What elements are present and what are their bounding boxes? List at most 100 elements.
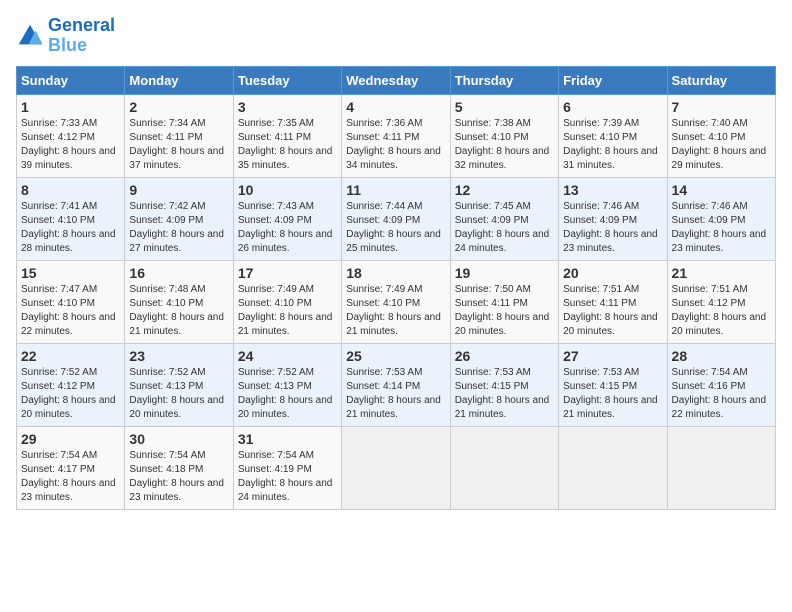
day-info: Sunrise: 7:49 AM Sunset: 4:10 PM Dayligh… [238, 283, 337, 339]
calendar-cell: 19 Sunrise: 7:50 AM Sunset: 4:11 PM Dayl… [450, 260, 558, 343]
calendar-cell: 21 Sunrise: 7:51 AM Sunset: 4:12 PM Dayl… [667, 260, 775, 343]
day-number: 3 [238, 99, 337, 115]
day-number: 19 [455, 265, 554, 281]
calendar-cell: 10 Sunrise: 7:43 AM Sunset: 4:09 PM Dayl… [233, 177, 341, 260]
day-number: 6 [563, 99, 662, 115]
calendar-cell [450, 426, 558, 509]
day-number: 13 [563, 182, 662, 198]
logo-icon [16, 22, 44, 50]
weekday-header-tuesday: Tuesday [233, 66, 341, 94]
day-info: Sunrise: 7:53 AM Sunset: 4:15 PM Dayligh… [563, 366, 662, 422]
day-number: 17 [238, 265, 337, 281]
calendar-cell [667, 426, 775, 509]
calendar-cell: 28 Sunrise: 7:54 AM Sunset: 4:16 PM Dayl… [667, 343, 775, 426]
page-header: General Blue [16, 16, 776, 56]
day-number: 4 [346, 99, 445, 115]
day-info: Sunrise: 7:54 AM Sunset: 4:16 PM Dayligh… [672, 366, 771, 422]
calendar-cell: 24 Sunrise: 7:52 AM Sunset: 4:13 PM Dayl… [233, 343, 341, 426]
day-number: 2 [129, 99, 228, 115]
day-number: 8 [21, 182, 120, 198]
calendar-cell: 18 Sunrise: 7:49 AM Sunset: 4:10 PM Dayl… [342, 260, 450, 343]
day-number: 22 [21, 348, 120, 364]
calendar-cell: 9 Sunrise: 7:42 AM Sunset: 4:09 PM Dayli… [125, 177, 233, 260]
day-info: Sunrise: 7:54 AM Sunset: 4:18 PM Dayligh… [129, 449, 228, 505]
day-info: Sunrise: 7:47 AM Sunset: 4:10 PM Dayligh… [21, 283, 120, 339]
day-info: Sunrise: 7:54 AM Sunset: 4:19 PM Dayligh… [238, 449, 337, 505]
day-number: 31 [238, 431, 337, 447]
day-number: 26 [455, 348, 554, 364]
day-info: Sunrise: 7:54 AM Sunset: 4:17 PM Dayligh… [21, 449, 120, 505]
week-row-2: 8 Sunrise: 7:41 AM Sunset: 4:10 PM Dayli… [17, 177, 776, 260]
day-number: 18 [346, 265, 445, 281]
week-row-5: 29 Sunrise: 7:54 AM Sunset: 4:17 PM Dayl… [17, 426, 776, 509]
week-row-4: 22 Sunrise: 7:52 AM Sunset: 4:12 PM Dayl… [17, 343, 776, 426]
day-info: Sunrise: 7:39 AM Sunset: 4:10 PM Dayligh… [563, 117, 662, 173]
day-number: 29 [21, 431, 120, 447]
day-info: Sunrise: 7:50 AM Sunset: 4:11 PM Dayligh… [455, 283, 554, 339]
calendar-cell: 14 Sunrise: 7:46 AM Sunset: 4:09 PM Dayl… [667, 177, 775, 260]
calendar-cell: 3 Sunrise: 7:35 AM Sunset: 4:11 PM Dayli… [233, 94, 341, 177]
calendar-cell: 2 Sunrise: 7:34 AM Sunset: 4:11 PM Dayli… [125, 94, 233, 177]
day-info: Sunrise: 7:53 AM Sunset: 4:14 PM Dayligh… [346, 366, 445, 422]
calendar-cell: 12 Sunrise: 7:45 AM Sunset: 4:09 PM Dayl… [450, 177, 558, 260]
day-info: Sunrise: 7:43 AM Sunset: 4:09 PM Dayligh… [238, 200, 337, 256]
weekday-header-monday: Monday [125, 66, 233, 94]
day-number: 25 [346, 348, 445, 364]
day-info: Sunrise: 7:35 AM Sunset: 4:11 PM Dayligh… [238, 117, 337, 173]
day-info: Sunrise: 7:52 AM Sunset: 4:13 PM Dayligh… [129, 366, 228, 422]
calendar-cell [342, 426, 450, 509]
week-row-3: 15 Sunrise: 7:47 AM Sunset: 4:10 PM Dayl… [17, 260, 776, 343]
day-info: Sunrise: 7:44 AM Sunset: 4:09 PM Dayligh… [346, 200, 445, 256]
logo-text: General Blue [48, 16, 115, 56]
week-row-1: 1 Sunrise: 7:33 AM Sunset: 4:12 PM Dayli… [17, 94, 776, 177]
weekday-header-friday: Friday [559, 66, 667, 94]
day-info: Sunrise: 7:38 AM Sunset: 4:10 PM Dayligh… [455, 117, 554, 173]
day-number: 9 [129, 182, 228, 198]
day-number: 1 [21, 99, 120, 115]
day-number: 11 [346, 182, 445, 198]
calendar-cell: 27 Sunrise: 7:53 AM Sunset: 4:15 PM Dayl… [559, 343, 667, 426]
calendar-cell: 22 Sunrise: 7:52 AM Sunset: 4:12 PM Dayl… [17, 343, 125, 426]
day-number: 27 [563, 348, 662, 364]
day-number: 14 [672, 182, 771, 198]
calendar-cell: 29 Sunrise: 7:54 AM Sunset: 4:17 PM Dayl… [17, 426, 125, 509]
day-number: 15 [21, 265, 120, 281]
day-number: 30 [129, 431, 228, 447]
calendar-cell: 15 Sunrise: 7:47 AM Sunset: 4:10 PM Dayl… [17, 260, 125, 343]
calendar-cell: 7 Sunrise: 7:40 AM Sunset: 4:10 PM Dayli… [667, 94, 775, 177]
calendar-cell: 25 Sunrise: 7:53 AM Sunset: 4:14 PM Dayl… [342, 343, 450, 426]
calendar-cell [559, 426, 667, 509]
day-info: Sunrise: 7:52 AM Sunset: 4:13 PM Dayligh… [238, 366, 337, 422]
weekday-header-wednesday: Wednesday [342, 66, 450, 94]
calendar-cell: 30 Sunrise: 7:54 AM Sunset: 4:18 PM Dayl… [125, 426, 233, 509]
calendar-cell: 5 Sunrise: 7:38 AM Sunset: 4:10 PM Dayli… [450, 94, 558, 177]
weekday-header-row: SundayMondayTuesdayWednesdayThursdayFrid… [17, 66, 776, 94]
day-number: 28 [672, 348, 771, 364]
calendar-cell: 6 Sunrise: 7:39 AM Sunset: 4:10 PM Dayli… [559, 94, 667, 177]
day-number: 12 [455, 182, 554, 198]
calendar-cell: 31 Sunrise: 7:54 AM Sunset: 4:19 PM Dayl… [233, 426, 341, 509]
calendar-cell: 17 Sunrise: 7:49 AM Sunset: 4:10 PM Dayl… [233, 260, 341, 343]
calendar-cell: 4 Sunrise: 7:36 AM Sunset: 4:11 PM Dayli… [342, 94, 450, 177]
day-info: Sunrise: 7:51 AM Sunset: 4:12 PM Dayligh… [672, 283, 771, 339]
calendar-cell: 8 Sunrise: 7:41 AM Sunset: 4:10 PM Dayli… [17, 177, 125, 260]
day-number: 7 [672, 99, 771, 115]
day-number: 23 [129, 348, 228, 364]
weekday-header-saturday: Saturday [667, 66, 775, 94]
day-info: Sunrise: 7:46 AM Sunset: 4:09 PM Dayligh… [672, 200, 771, 256]
logo: General Blue [16, 16, 115, 56]
day-info: Sunrise: 7:40 AM Sunset: 4:10 PM Dayligh… [672, 117, 771, 173]
calendar-cell: 11 Sunrise: 7:44 AM Sunset: 4:09 PM Dayl… [342, 177, 450, 260]
day-info: Sunrise: 7:51 AM Sunset: 4:11 PM Dayligh… [563, 283, 662, 339]
day-info: Sunrise: 7:52 AM Sunset: 4:12 PM Dayligh… [21, 366, 120, 422]
calendar-cell: 26 Sunrise: 7:53 AM Sunset: 4:15 PM Dayl… [450, 343, 558, 426]
day-info: Sunrise: 7:34 AM Sunset: 4:11 PM Dayligh… [129, 117, 228, 173]
weekday-header-sunday: Sunday [17, 66, 125, 94]
weekday-header-thursday: Thursday [450, 66, 558, 94]
calendar-cell: 23 Sunrise: 7:52 AM Sunset: 4:13 PM Dayl… [125, 343, 233, 426]
day-info: Sunrise: 7:48 AM Sunset: 4:10 PM Dayligh… [129, 283, 228, 339]
day-info: Sunrise: 7:46 AM Sunset: 4:09 PM Dayligh… [563, 200, 662, 256]
calendar-cell: 1 Sunrise: 7:33 AM Sunset: 4:12 PM Dayli… [17, 94, 125, 177]
day-info: Sunrise: 7:53 AM Sunset: 4:15 PM Dayligh… [455, 366, 554, 422]
day-number: 16 [129, 265, 228, 281]
